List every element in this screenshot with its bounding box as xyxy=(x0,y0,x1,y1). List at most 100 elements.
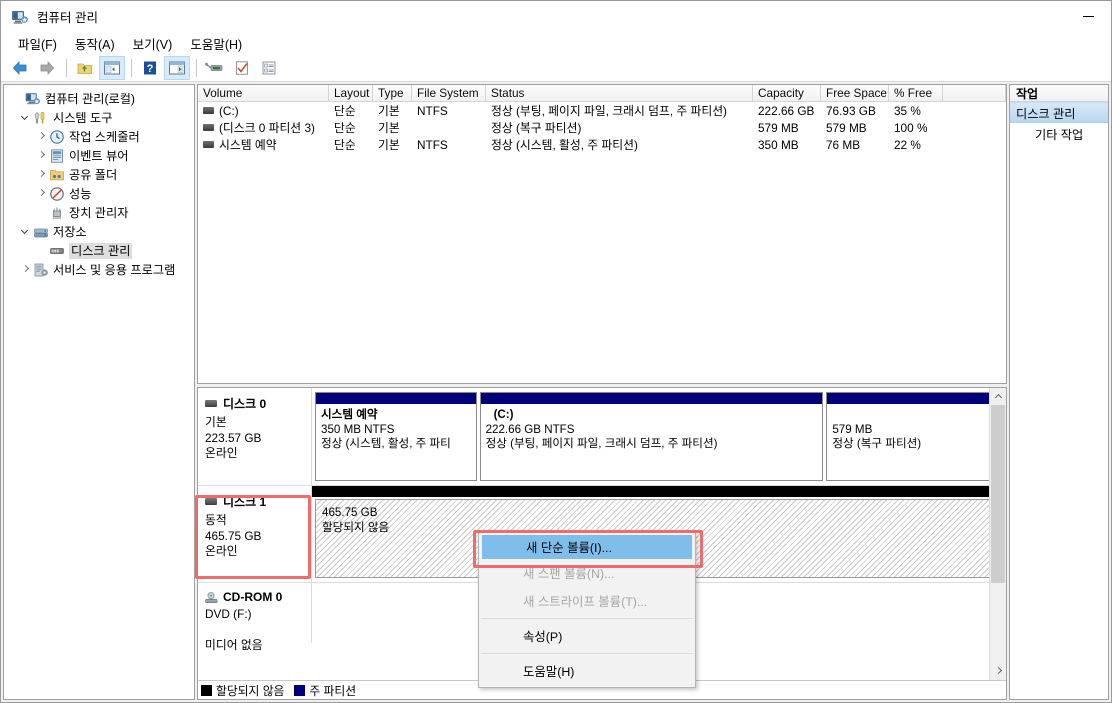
tree-expander[interactable] xyxy=(34,190,49,197)
disk-row-disk0[interactable]: 디스크 0 기본 223.57 GB 온라인 시스템 예약 350 MB NTF… xyxy=(198,388,1006,486)
scrollbar-thumb[interactable] xyxy=(991,405,1005,583)
action-item-disk-management[interactable]: 디스크 관리 xyxy=(1010,102,1108,123)
show-hide-tree-icon[interactable] xyxy=(99,55,125,80)
tree-item-disk-management[interactable]: 디스크 관리 xyxy=(8,241,194,260)
cdrom-status: 미디어 없음 xyxy=(205,637,263,652)
menu-help[interactable]: 도움말(H) xyxy=(181,32,251,55)
disk-name: CD-ROM 0 xyxy=(223,590,283,604)
cell-percent-free: 35 % xyxy=(894,103,921,118)
up-folder-icon[interactable] xyxy=(72,56,98,80)
partition-size: 222.66 GB NTFS xyxy=(485,422,575,436)
minimize-button[interactable] xyxy=(1066,1,1111,32)
tree-item-storage[interactable]: 저장소 xyxy=(8,222,194,241)
device-manager-icon xyxy=(49,205,65,221)
tree-expander[interactable] xyxy=(34,133,49,140)
tree-item-task-scheduler[interactable]: 작업 스케줄러 xyxy=(8,127,194,146)
context-menu-separator xyxy=(481,618,693,619)
legend-label-primary-partition: 주 파티션 xyxy=(309,683,357,698)
partition-details: (C:) 222.66 GB NTFS 정상 (부팅, 페이지 파일, 크래시 … xyxy=(481,405,823,480)
disk0-partitions: 시스템 예약 350 MB NTFS 정상 (시스템, 활성, 주 파티 (C:… xyxy=(312,388,1006,485)
context-menu-item-help[interactable]: 도움말(H) xyxy=(479,657,695,685)
tree-item-label: 작업 스케줄러 xyxy=(69,129,140,144)
column-header-free-space[interactable]: Free Space xyxy=(821,85,889,102)
disk-info-disk1[interactable]: 디스크 1 동적 465.75 GB 온라인 xyxy=(198,486,312,582)
show-action-pane-icon[interactable] xyxy=(164,55,190,80)
context-menu-item-new-spanned-volume: 새 스팬 볼륨(N)... xyxy=(523,567,615,581)
disk-title: 디스크 0 xyxy=(205,395,311,412)
tree-item-shared-folders[interactable]: 공유 폴더 xyxy=(8,165,194,184)
disk-management-icon xyxy=(49,243,65,259)
forward-icon[interactable] xyxy=(34,56,60,80)
column-header-percent-free[interactable]: % Free xyxy=(889,85,943,102)
cell-layout: 단순 xyxy=(334,138,356,152)
disk-type: 기본 xyxy=(205,415,227,429)
properties-icon[interactable] xyxy=(256,56,282,80)
table-row[interactable]: (C:) 단순 기본 NTFS 정상 (부팅, 페이지 파일, 크래시 덤프, … xyxy=(198,102,1006,119)
tree-item-services-and-applications[interactable]: 서비스 및 응용 프로그램 xyxy=(8,260,194,279)
unallocated-color-bar xyxy=(312,486,1006,497)
tree-item-performance[interactable]: 성능 xyxy=(8,184,194,203)
disk-title: 디스크 1 xyxy=(205,493,311,510)
scroll-up-button[interactable] xyxy=(990,388,1006,405)
table-row[interactable]: 시스템 예약 단순 기본 NTFS 정상 (시스템, 활성, 주 파티션) 35… xyxy=(198,136,1006,153)
tree-expander[interactable] xyxy=(18,228,33,235)
window-controls xyxy=(1066,1,1111,32)
column-header-volume[interactable]: Volume xyxy=(198,85,329,102)
scrollbar-track[interactable] xyxy=(990,405,1006,663)
cell-layout: 단순 xyxy=(334,104,356,118)
tree-item-label: 공유 폴더 xyxy=(69,167,118,182)
computer-icon xyxy=(25,91,41,107)
disk-info-disk0[interactable]: 디스크 0 기본 223.57 GB 온라인 xyxy=(198,388,312,485)
tree-item-label: 시스템 도구 xyxy=(53,110,113,125)
partition-title: (C:) xyxy=(493,408,514,421)
menu-file[interactable]: 파일(F) xyxy=(9,32,66,55)
column-header-type[interactable]: Type xyxy=(373,85,412,102)
partition-c-drive[interactable]: (C:) 222.66 GB NTFS 정상 (부팅, 페이지 파일, 크래시 … xyxy=(479,392,824,481)
tree-item-system-tools[interactable]: 시스템 도구 xyxy=(8,108,194,127)
action-item-more-actions[interactable]: 기타 작업 xyxy=(1010,123,1108,144)
checklist-icon[interactable] xyxy=(229,56,255,80)
tree-expander[interactable] xyxy=(18,114,33,121)
tree-expander[interactable] xyxy=(34,171,49,178)
scroll-down-button[interactable] xyxy=(990,663,1006,680)
tree-expander[interactable] xyxy=(18,266,33,273)
cell-layout: 단순 xyxy=(334,121,356,135)
column-header-capacity[interactable]: Capacity xyxy=(753,85,821,102)
window-title: 컴퓨터 관리 xyxy=(37,11,98,25)
column-header-file-system[interactable]: File System xyxy=(412,85,486,102)
partition-system-reserved[interactable]: 시스템 예약 350 MB NTFS 정상 (시스템, 활성, 주 파티 xyxy=(315,392,477,481)
help-icon[interactable]: ? xyxy=(137,56,163,80)
disk-type: 동적 xyxy=(205,513,227,527)
disk-name: 디스크 1 xyxy=(223,495,267,509)
cell-free-space: 579 MB xyxy=(826,120,867,135)
context-menu-item-properties[interactable]: 속성(P) xyxy=(479,622,695,650)
tree-item-computer-management-local[interactable]: 컴퓨터 관리(로컬) xyxy=(8,89,194,108)
cell-percent-free: 100 % xyxy=(894,120,928,135)
tree-item-label: 저장소 xyxy=(53,224,87,239)
tree-expander[interactable] xyxy=(34,152,49,159)
partition-recovery[interactable]: 579 MB 정상 (복구 파티션) xyxy=(826,392,1003,481)
context-menu[interactable]: 새 단순 볼륨(I)... 새 스팬 볼륨(N)... 새 스트라이프 볼륨(T… xyxy=(478,532,696,688)
disk-icon xyxy=(205,498,217,505)
cell-file-system: NTFS xyxy=(417,103,448,118)
tree-item-device-manager[interactable]: 장치 관리자 xyxy=(8,203,194,222)
table-row[interactable]: (디스크 0 파티션 3) 단순 기본 정상 (복구 파티션) 579 MB 5… xyxy=(198,119,1006,136)
graphical-view-scrollbar[interactable] xyxy=(989,388,1006,680)
back-icon[interactable] xyxy=(7,56,33,80)
toolbar: ? xyxy=(1,54,1111,82)
disk-info-cdrom0[interactable]: CD-ROM 0 DVD (F:) 미디어 없음 xyxy=(198,583,312,652)
cell-capacity: 222.66 GB xyxy=(758,103,815,118)
actions-pane: 작업 디스크 관리 기타 작업 xyxy=(1009,84,1109,700)
column-header-layout[interactable]: Layout xyxy=(329,85,373,102)
tree-item-event-viewer[interactable]: 이벤트 뷰어 xyxy=(8,146,194,165)
cell-status: 정상 (부팅, 페이지 파일, 크래시 덤프, 주 파티션) xyxy=(491,104,727,118)
computer-management-window: 컴퓨터 관리 파일(F) 동작(A) 보기(V) 도움말(H) ? 컴퓨터 관리… xyxy=(0,0,1112,703)
connect-remote-icon[interactable] xyxy=(202,56,228,80)
menu-action[interactable]: 동작(A) xyxy=(66,32,124,55)
column-header-status[interactable]: Status xyxy=(486,85,753,102)
context-menu-item-new-simple-volume[interactable]: 새 단순 볼륨(I)... xyxy=(482,535,692,559)
menu-view[interactable]: 보기(V) xyxy=(124,32,182,55)
clock-icon xyxy=(49,129,65,145)
legend-swatch-unallocated xyxy=(201,684,212,696)
partition-status: 정상 (복구 파티션) xyxy=(832,437,922,450)
